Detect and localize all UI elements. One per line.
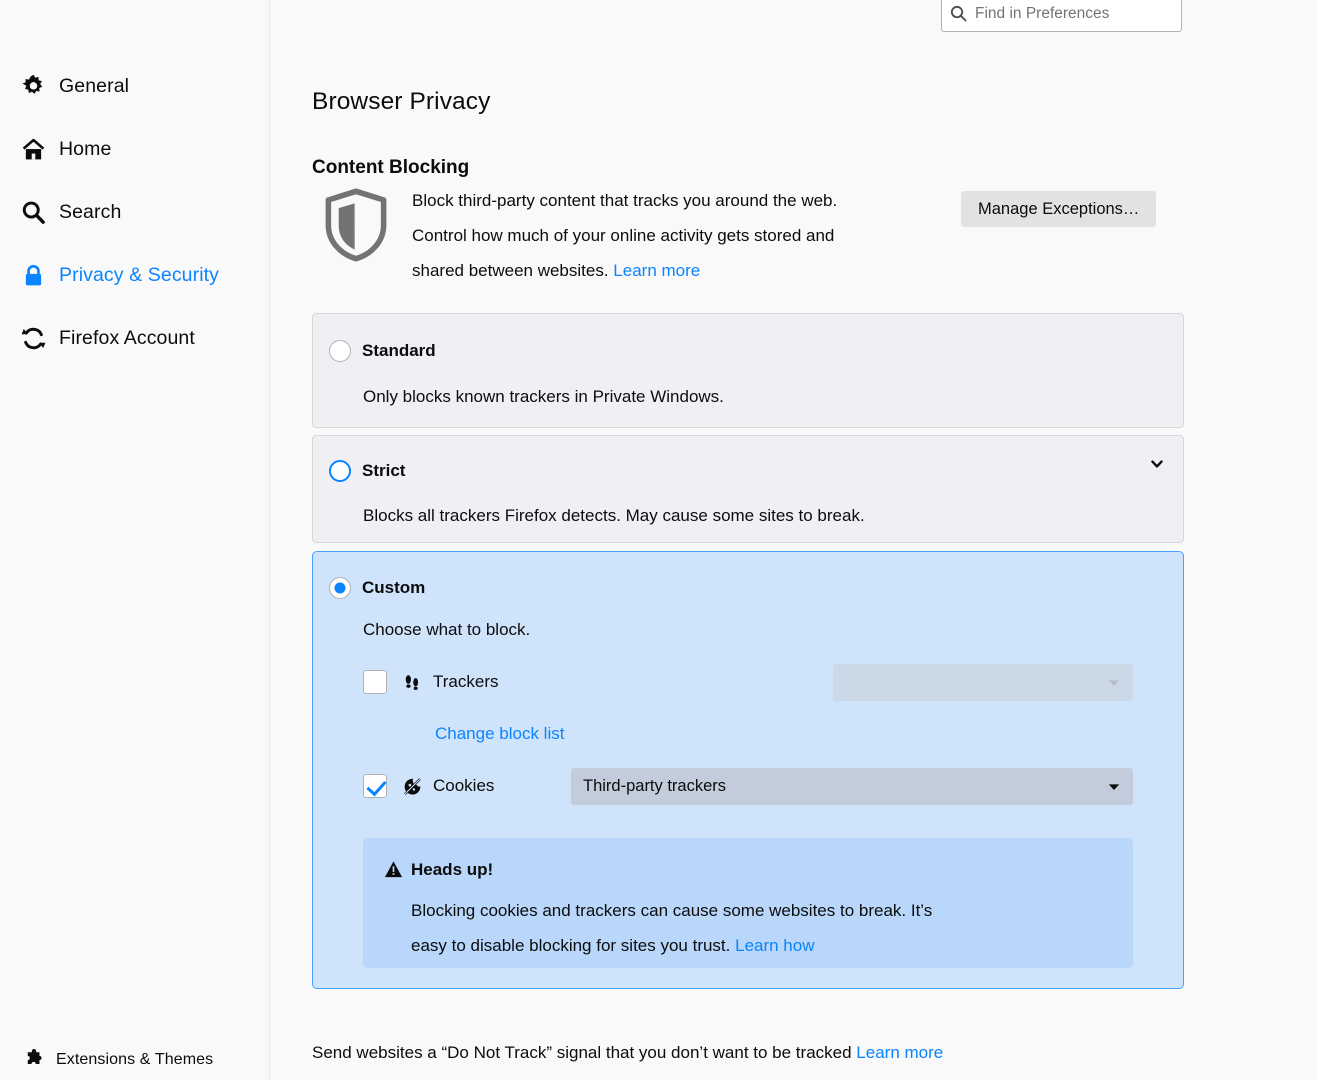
radio-custom[interactable] [329, 577, 351, 599]
cookies-dropdown-value: Third-party trackers [583, 777, 727, 795]
gear-icon [18, 71, 48, 101]
trackers-option-row[interactable]: Trackers [363, 670, 499, 694]
trackers-dropdown[interactable] [833, 664, 1133, 701]
intro-line-2: Control how much of your online activity… [412, 226, 835, 245]
caret-down-icon [1108, 783, 1120, 790]
warning-title: Heads up! [411, 860, 494, 879]
do-not-track-row: Send websites a “Do Not Track” signal th… [312, 1043, 943, 1063]
option-card-custom[interactable]: Custom Choose what to block. Trackers Ch… [312, 551, 1184, 989]
section-title-content-blocking: Content Blocking [312, 156, 470, 178]
preferences-window: Find in Preferences General Home Search … [0, 0, 1317, 1080]
description-custom: Choose what to block. [363, 620, 531, 639]
sidebar: General Home Search Privacy & Security F… [0, 0, 270, 1080]
sidebar-item-privacy-security[interactable]: Privacy & Security [18, 258, 219, 292]
warning-text: Blocking cookies and trackers can cause … [411, 893, 1101, 963]
radio-label-strict: Strict [362, 461, 406, 480]
option-card-standard[interactable]: Standard Only blocks known trackers in P… [312, 313, 1184, 428]
heads-up-warning: Heads up! Blocking cookies and trackers … [363, 838, 1133, 968]
cookies-option-row[interactable]: Cookies [363, 774, 494, 798]
warning-triangle-icon [384, 861, 403, 878]
intro-line-1: Block third-party content that tracks yo… [412, 191, 838, 210]
sidebar-item-general[interactable]: General [18, 69, 129, 103]
footprints-icon [401, 671, 423, 693]
page-title: Browser Privacy [312, 88, 491, 116]
manage-exceptions-button[interactable]: Manage Exceptions… [961, 191, 1157, 227]
sidebar-item-home[interactable]: Home [18, 132, 111, 166]
learn-how-link[interactable]: Learn how [735, 936, 814, 955]
option-card-strict[interactable]: Strict Blocks all trackers Firefox detec… [312, 435, 1184, 543]
main-content: Browser Privacy Content Blocking Block t… [270, 0, 1317, 1080]
chevron-down-icon[interactable] [1149, 456, 1165, 472]
cookies-checkbox[interactable] [363, 774, 387, 798]
intro-line-3: shared between websites. [412, 261, 614, 280]
cookies-label: Cookies [433, 776, 495, 795]
home-icon [18, 134, 48, 164]
sidebar-item-firefox-account[interactable]: Firefox Account [18, 321, 195, 355]
magnifier-icon [18, 197, 48, 227]
learn-more-link[interactable]: Learn more [613, 261, 700, 280]
cookies-dropdown[interactable]: Third-party trackers [571, 768, 1133, 805]
sidebar-item-extensions-themes[interactable]: Extensions & Themes [22, 1048, 213, 1072]
cookie-blocked-icon [401, 775, 423, 797]
change-block-list-link[interactable]: Change block list [435, 724, 564, 744]
sidebar-item-label: Privacy & Security [59, 263, 220, 286]
sync-refresh-icon [18, 323, 48, 353]
content-blocking-description: Block third-party content that tracks yo… [412, 183, 957, 288]
sidebar-item-label: Search [59, 200, 122, 223]
caret-down-icon [1108, 679, 1120, 686]
radio-strict[interactable] [329, 460, 351, 482]
warning-line-2: easy to disable blocking for sites you t… [411, 936, 736, 955]
sidebar-item-label: Extensions & Themes [56, 1051, 214, 1068]
radio-standard[interactable] [329, 340, 351, 362]
do-not-track-text: Send websites a “Do Not Track” signal th… [312, 1043, 857, 1062]
description-standard: Only blocks known trackers in Private Wi… [363, 387, 724, 406]
sidebar-item-search[interactable]: Search [18, 195, 121, 229]
trackers-label: Trackers [433, 672, 499, 691]
radio-row-standard[interactable]: Standard [329, 340, 436, 362]
trackers-checkbox[interactable] [363, 670, 387, 694]
shield-icon [325, 188, 387, 262]
puzzle-piece-icon [22, 1048, 46, 1072]
radio-row-strict[interactable]: Strict [329, 460, 405, 482]
radio-label-standard: Standard [362, 341, 436, 360]
lock-icon [18, 260, 48, 290]
sidebar-item-label: General [59, 74, 130, 97]
radio-row-custom[interactable]: Custom [329, 577, 425, 599]
warning-line-1: Blocking cookies and trackers can cause … [411, 901, 933, 920]
description-strict: Blocks all trackers Firefox detects. May… [363, 506, 865, 525]
sidebar-item-label: Home [59, 137, 112, 160]
sidebar-item-label: Firefox Account [59, 326, 195, 349]
do-not-track-learn-more-link[interactable]: Learn more [856, 1043, 943, 1062]
radio-label-custom: Custom [362, 578, 426, 597]
